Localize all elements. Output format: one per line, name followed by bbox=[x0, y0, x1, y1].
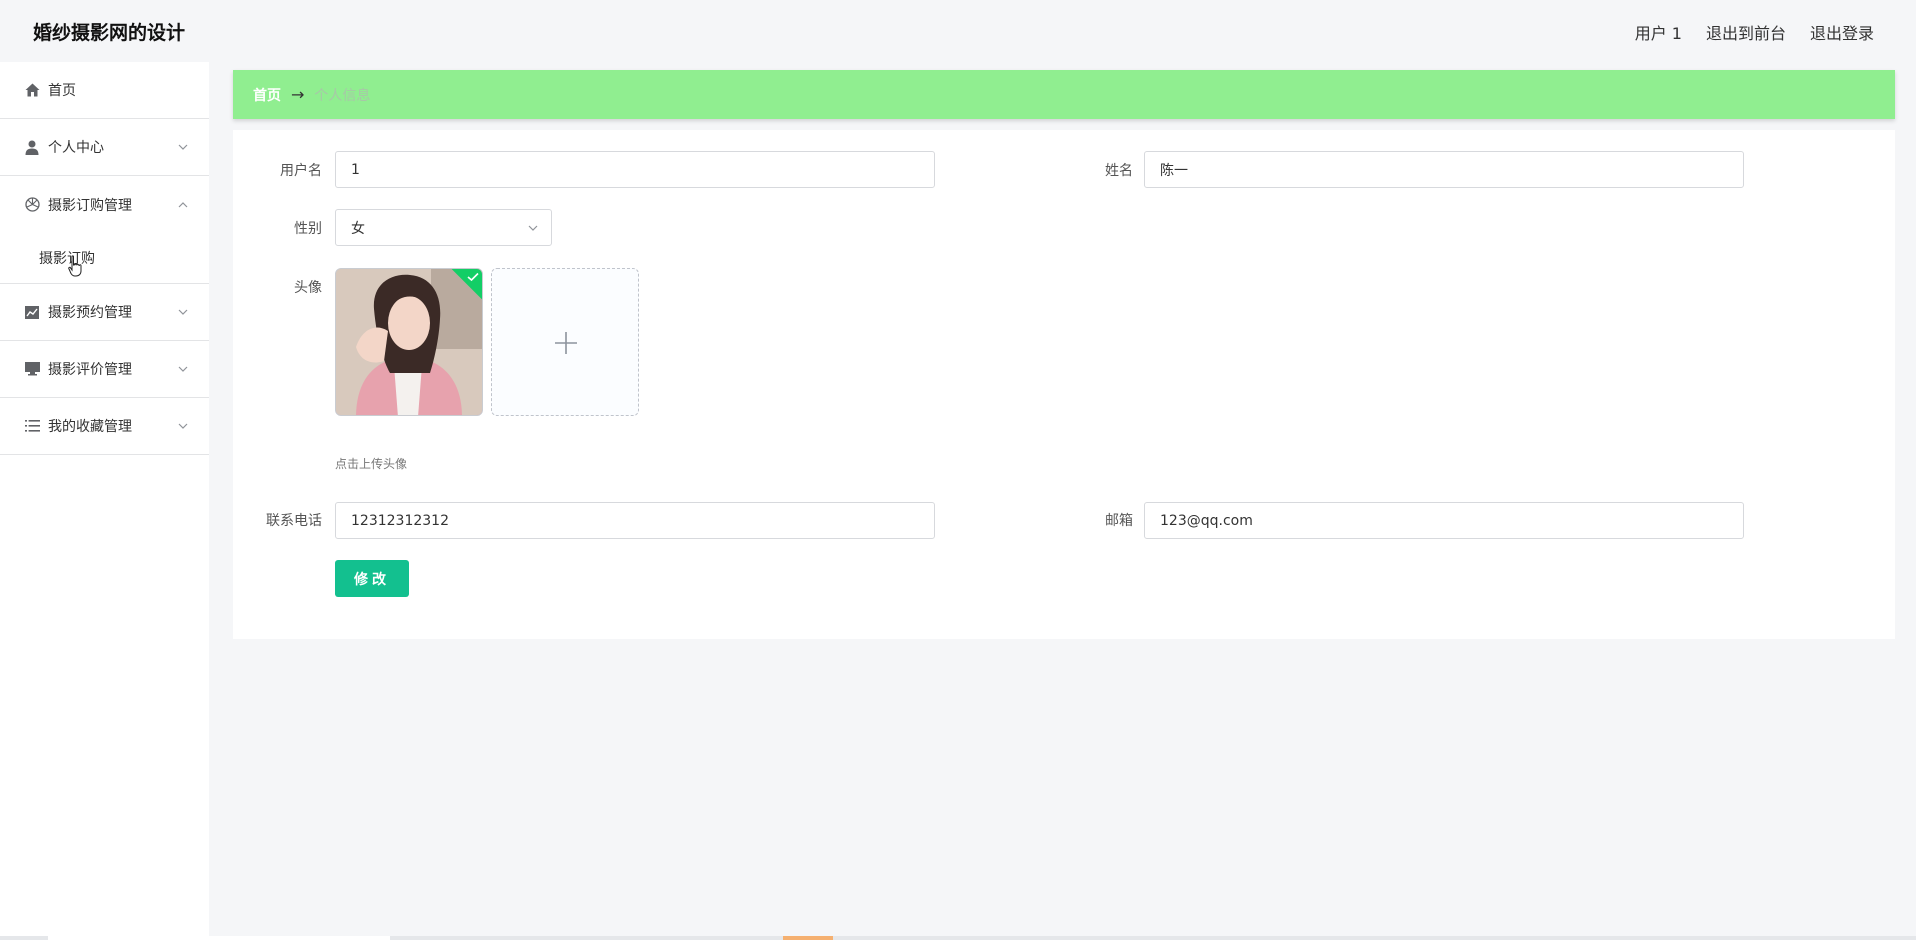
submenu-order-management: 摄影订购 bbox=[0, 233, 209, 284]
horizontal-scrollbar[interactable] bbox=[0, 936, 1916, 940]
sidebar-subitem-label: 摄影订购 bbox=[39, 251, 95, 267]
sidebar-item-label: 个人中心 bbox=[48, 140, 104, 156]
name-input[interactable]: 陈一 bbox=[1144, 151, 1744, 188]
scrollbar-segment bbox=[48, 936, 390, 940]
arrow-right-icon: → bbox=[291, 85, 305, 104]
avatar-label: 头像 bbox=[294, 280, 322, 296]
hand-cursor-icon bbox=[68, 255, 82, 277]
chevron-down-icon bbox=[178, 366, 188, 372]
sidebar-item-label: 摄影评价管理 bbox=[48, 362, 132, 378]
check-icon bbox=[467, 272, 479, 282]
breadcrumb-home[interactable]: 首页 bbox=[253, 85, 281, 105]
user-icon bbox=[24, 139, 40, 155]
chevron-down-icon bbox=[528, 225, 538, 231]
chevron-up-icon bbox=[178, 201, 188, 207]
top-header: 婚纱摄影网的设计 用户 1 退出到前台 退出登录 bbox=[0, 0, 1916, 62]
avatar-upload-hint: 点击上传头像 bbox=[335, 457, 408, 471]
plus-icon bbox=[555, 332, 577, 354]
phone-input[interactable]: 12312312312 bbox=[335, 502, 935, 539]
monitor-icon bbox=[24, 361, 40, 377]
chevron-down-icon bbox=[178, 423, 188, 429]
email-label: 邮箱 bbox=[1105, 513, 1133, 529]
avatar-upload-button[interactable] bbox=[491, 268, 639, 416]
sidebar-item-personal-center[interactable]: 个人中心 bbox=[0, 119, 209, 176]
breadcrumb: 首页 → 个人信息 bbox=[233, 70, 1895, 119]
aperture-icon bbox=[24, 197, 40, 213]
username-label: 用户名 bbox=[280, 163, 322, 179]
sidebar-subitem-order[interactable]: 摄影订购 bbox=[0, 233, 209, 283]
username-input[interactable]: 1 bbox=[335, 151, 935, 188]
gender-selected-value: 女 bbox=[351, 220, 365, 237]
chevron-down-icon bbox=[178, 309, 188, 315]
logout-link[interactable]: 退出登录 bbox=[1810, 20, 1874, 44]
avatar-photo bbox=[336, 269, 482, 415]
gender-label: 性别 bbox=[294, 221, 322, 237]
app-title: 婚纱摄影网的设计 bbox=[33, 22, 186, 44]
chart-icon bbox=[24, 304, 40, 320]
gender-select[interactable]: 女 bbox=[335, 209, 552, 246]
sidebar-item-label: 摄影预约管理 bbox=[48, 305, 132, 321]
header-actions: 用户 1 退出到前台 退出登录 bbox=[1635, 20, 1874, 44]
exit-to-front-link[interactable]: 退出到前台 bbox=[1706, 20, 1786, 44]
sidebar-item-label: 我的收藏管理 bbox=[48, 419, 132, 435]
home-icon bbox=[24, 82, 40, 98]
sidebar-item-home[interactable]: 首页 bbox=[0, 62, 209, 119]
sidebar-item-label: 摄影订购管理 bbox=[48, 197, 132, 214]
sidebar: 首页 个人中心 摄影订购管理 摄影订购 摄影预约管理 摄影评价管理 我的收藏管理 bbox=[0, 62, 209, 940]
email-input[interactable]: 123@qq.com bbox=[1144, 502, 1744, 539]
update-button[interactable]: 修改 bbox=[335, 560, 409, 597]
name-label: 姓名 bbox=[1105, 163, 1133, 179]
sidebar-item-booking-management[interactable]: 摄影预约管理 bbox=[0, 284, 209, 341]
sidebar-item-label: 首页 bbox=[48, 83, 76, 99]
avatar-thumbnail[interactable] bbox=[335, 268, 483, 416]
breadcrumb-current: 个人信息 bbox=[314, 87, 371, 104]
chevron-down-icon bbox=[178, 144, 188, 150]
sidebar-item-order-management[interactable]: 摄影订购管理 bbox=[0, 176, 209, 233]
scrollbar-thumb[interactable] bbox=[783, 936, 833, 940]
list-icon bbox=[24, 418, 40, 434]
sidebar-item-favorites-management[interactable]: 我的收藏管理 bbox=[0, 398, 209, 455]
sidebar-item-review-management[interactable]: 摄影评价管理 bbox=[0, 341, 209, 398]
phone-label: 联系电话 bbox=[266, 513, 322, 529]
current-user[interactable]: 用户 1 bbox=[1635, 20, 1682, 44]
